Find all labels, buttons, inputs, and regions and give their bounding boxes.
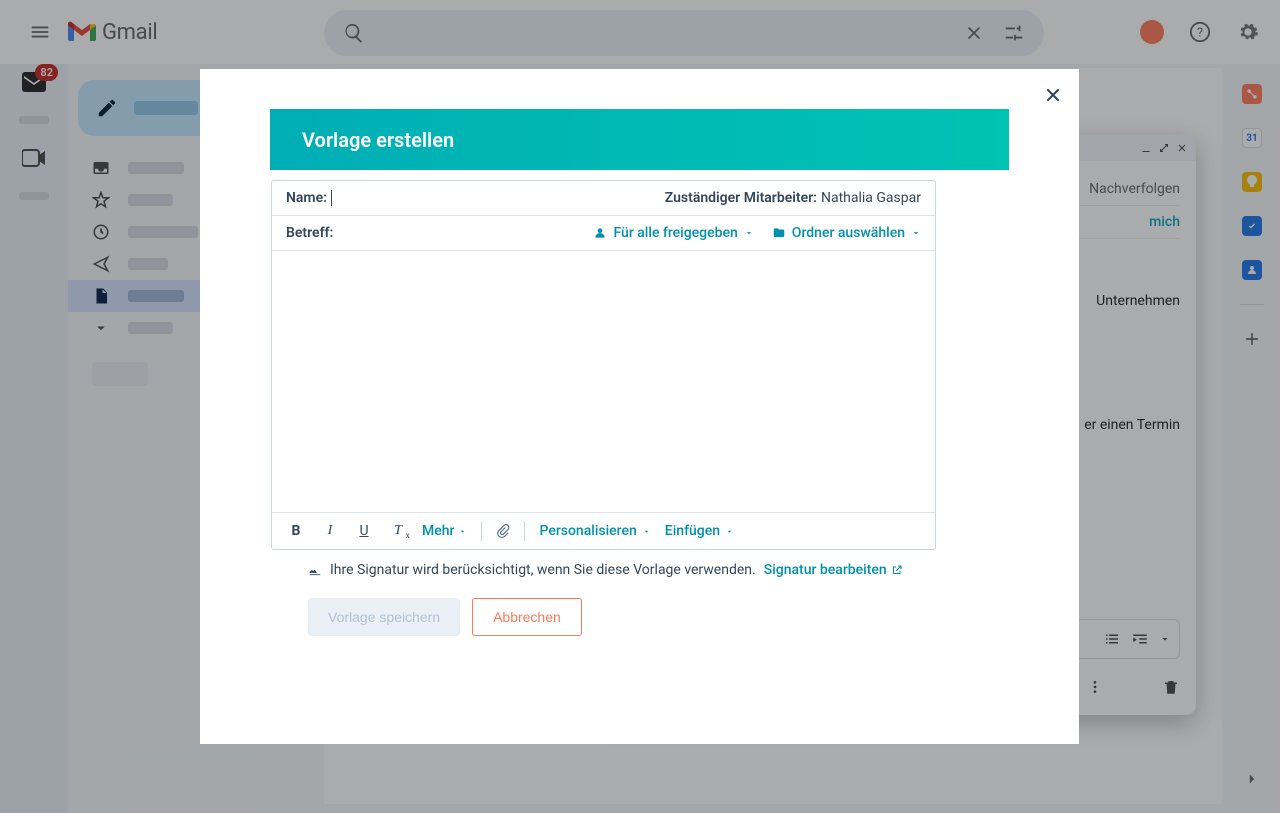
signature-note-text: Ihre Signatur wird berücksichtigt, wenn … xyxy=(330,562,756,578)
signature-icon xyxy=(308,563,322,577)
owner-name: Nathalia Gaspar xyxy=(821,190,921,206)
template-body-editor[interactable] xyxy=(272,250,935,512)
subject-field-label: Betreff: xyxy=(286,225,333,241)
attach-icon[interactable] xyxy=(496,523,510,539)
create-template-modal: Vorlage erstellen Name: Zuständiger Mita… xyxy=(200,69,1079,744)
edit-signature-link[interactable]: Signatur bearbeiten xyxy=(764,562,903,578)
share-dropdown[interactable]: Für alle freigegeben xyxy=(593,225,753,241)
folder-dropdown[interactable]: Ordner auswählen xyxy=(772,225,921,241)
name-input[interactable] xyxy=(331,190,332,206)
more-format-dropdown[interactable]: Mehr xyxy=(422,523,467,539)
italic-icon[interactable]: I xyxy=(320,523,340,539)
bold-icon[interactable]: B xyxy=(286,523,306,539)
personalize-dropdown[interactable]: Personalisieren xyxy=(539,523,650,539)
name-field-label: Name: xyxy=(286,190,327,206)
save-template-button[interactable]: Vorlage speichern xyxy=(308,598,460,636)
clear-format-icon[interactable]: Tx xyxy=(388,523,408,539)
insert-dropdown[interactable]: Einfügen xyxy=(665,523,734,539)
close-modal-icon[interactable] xyxy=(1041,83,1065,107)
modal-title: Vorlage erstellen xyxy=(270,109,1009,170)
owner-field-label: Zuständiger Mitarbeiter: xyxy=(665,190,817,206)
underline-icon[interactable]: U xyxy=(354,523,374,539)
cancel-button[interactable]: Abbrechen xyxy=(472,598,582,636)
